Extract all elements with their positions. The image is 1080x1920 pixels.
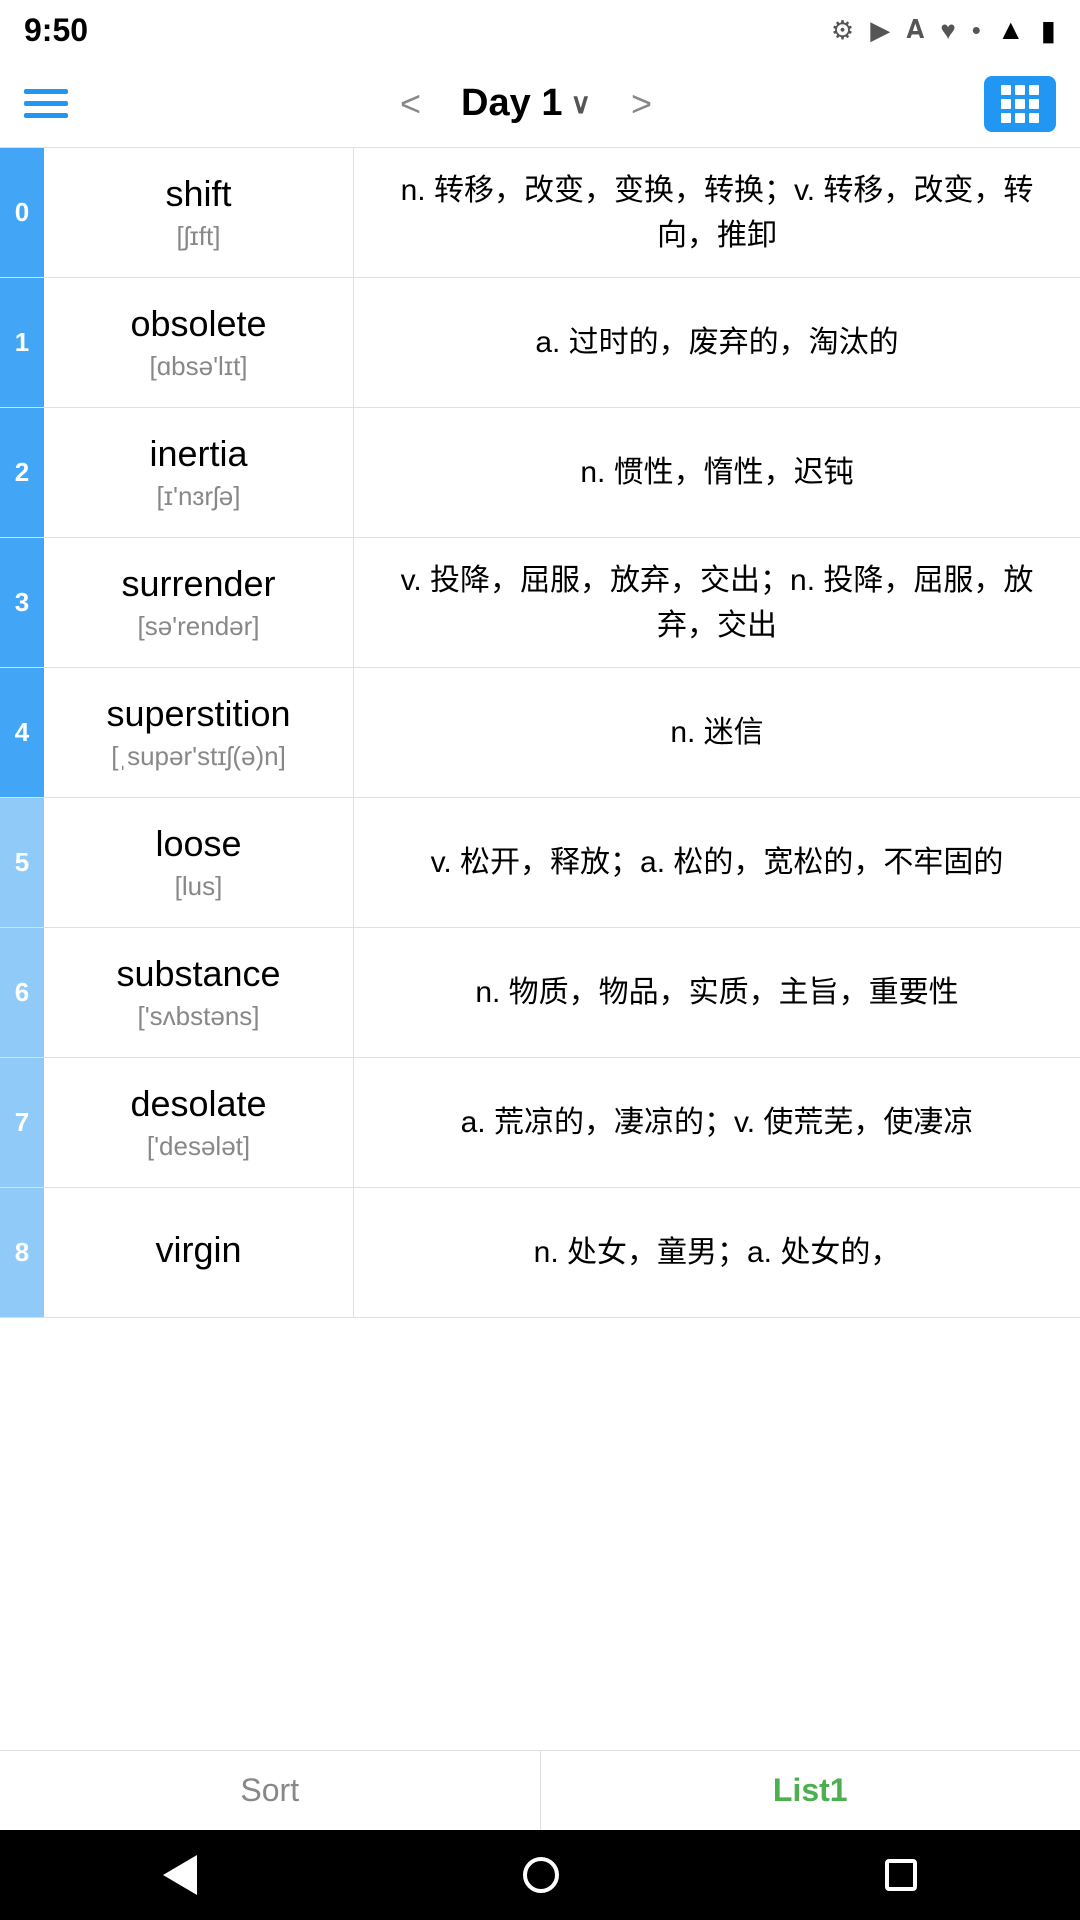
word-row[interactable]: 0 shift [ʃɪft] n. 转移，改变，变换，转换；v. 转移，改变，转向，推… (0, 148, 1080, 278)
row-index: 3 (0, 538, 44, 667)
word-col: superstition [ˌsupər'stɪʃ(ə)n] (44, 668, 354, 797)
word-text: substance (116, 953, 280, 995)
toolbar: < Day 1 ∨ > (0, 60, 1080, 148)
menu-line-3 (24, 113, 68, 118)
word-col: shift [ʃɪft] (44, 148, 354, 277)
definition-col: v. 松开，释放；a. 松的，宽松的，不牢固的 (354, 798, 1080, 927)
word-text: desolate (130, 1083, 266, 1125)
toolbar-title[interactable]: Day 1 ∨ (461, 82, 591, 125)
definition-col: n. 转移，改变，变换，转换；v. 转移，改变，转向，推卸 (354, 148, 1080, 277)
word-phonetic: [ɪ'nɜrʃə] (157, 481, 241, 512)
android-nav-bar (0, 1830, 1080, 1920)
word-phonetic: [sə'rendər] (137, 611, 259, 642)
chevron-down-icon: ∨ (570, 87, 591, 120)
recent-button[interactable] (885, 1859, 917, 1891)
definition-text: v. 松开，释放；a. 松的，宽松的，不牢固的 (431, 840, 1004, 885)
day-title: Day 1 (461, 82, 562, 125)
definition-text: a. 荒凉的，凄凉的；v. 使荒芜，使凄凉 (461, 1100, 974, 1145)
row-index: 1 (0, 278, 44, 407)
signal-icon: ▲ (997, 14, 1025, 46)
word-text: obsolete (130, 303, 266, 345)
status-bar: 9:50 ⚙ ▶ 𝐀 ♥ • ▲ ▮ (0, 0, 1080, 60)
word-col: loose [lus] (44, 798, 354, 927)
definition-col: n. 迷信 (354, 668, 1080, 797)
definition-text: n. 迷信 (670, 710, 763, 755)
sort-tab[interactable]: Sort (0, 1751, 540, 1830)
status-icons: ⚙ ▶ 𝐀 ♥ • ▲ ▮ (831, 14, 1056, 47)
word-list: 0 shift [ʃɪft] n. 转移，改变，变换，转换；v. 转移，改变，转向，推… (0, 148, 1080, 1750)
word-col: inertia [ɪ'nɜrʃə] (44, 408, 354, 537)
word-text: surrender (121, 563, 275, 605)
word-phonetic: [ɑbsə'lɪt] (149, 351, 247, 382)
word-text: shift (165, 173, 231, 215)
definition-col: a. 荒凉的，凄凉的；v. 使荒芜，使凄凉 (354, 1058, 1080, 1187)
word-phonetic: ['sʌbstəns] (137, 1001, 259, 1032)
dot-icon: • (972, 15, 981, 46)
word-col: obsolete [ɑbsə'lɪt] (44, 278, 354, 407)
definition-col: n. 处女，童男；a. 处女的， (354, 1188, 1080, 1317)
home-button[interactable] (523, 1857, 559, 1893)
definition-text: a. 过时的，废弃的，淘汰的 (535, 320, 898, 365)
wifi-icon: ♥ (940, 15, 955, 46)
word-text: virgin (155, 1229, 241, 1271)
word-phonetic: [lus] (175, 871, 223, 902)
definition-col: a. 过时的，废弃的，淘汰的 (354, 278, 1080, 407)
word-row[interactable]: 7 desolate ['desələt] a. 荒凉的，凄凉的；v. 使荒芜，使凄凉 (0, 1058, 1080, 1188)
word-col: surrender [sə'rendər] (44, 538, 354, 667)
recent-icon (885, 1859, 917, 1891)
definition-text: n. 转移，改变，变换，转换；v. 转移，改变，转向，推卸 (378, 168, 1056, 258)
back-button[interactable] (163, 1855, 197, 1895)
word-row[interactable]: 2 inertia [ɪ'nɜrʃə] n. 惯性，惰性，迟钝 (0, 408, 1080, 538)
row-index: 8 (0, 1188, 44, 1317)
row-index: 7 (0, 1058, 44, 1187)
word-row[interactable]: 6 substance ['sʌbstəns] n. 物质，物品，实质，主旨，重要性 (0, 928, 1080, 1058)
row-index: 0 (0, 148, 44, 277)
word-row[interactable]: 3 surrender [sə'rendər] v. 投降，屈服，放弃，交出；n. 投… (0, 538, 1080, 668)
row-index: 4 (0, 668, 44, 797)
word-col: virgin (44, 1188, 354, 1317)
word-phonetic: [ˌsupər'stɪʃ(ə)n] (111, 741, 286, 772)
next-button[interactable]: > (631, 83, 652, 125)
word-text: superstition (106, 693, 290, 735)
definition-col: v. 投降，屈服，放弃，交出；n. 投降，屈服，放弃，交出 (354, 538, 1080, 667)
row-index: 5 (0, 798, 44, 927)
row-index: 2 (0, 408, 44, 537)
play-icon: ▶ (870, 15, 890, 46)
list1-tab-label: List1 (773, 1772, 848, 1809)
word-phonetic: ['desələt] (147, 1131, 250, 1162)
toolbar-nav: < Day 1 ∨ > (400, 82, 652, 125)
battery-icon: ▮ (1041, 14, 1056, 47)
word-text: loose (155, 823, 241, 865)
word-row[interactable]: 1 obsolete [ɑbsə'lɪt] a. 过时的，废弃的，淘汰的 (0, 278, 1080, 408)
word-text: inertia (149, 433, 247, 475)
status-time: 9:50 (24, 12, 88, 49)
row-index: 6 (0, 928, 44, 1057)
definition-text: n. 处女，童男；a. 处女的， (534, 1230, 901, 1275)
definition-col: n. 物质，物品，实质，主旨，重要性 (354, 928, 1080, 1057)
home-icon (523, 1857, 559, 1893)
menu-line-2 (24, 101, 68, 106)
menu-button[interactable] (24, 89, 68, 118)
word-phonetic: [ʃɪft] (177, 221, 221, 252)
bottom-tab-bar: Sort List1 (0, 1750, 1080, 1830)
definition-text: n. 惯性，惰性，迟钝 (580, 450, 853, 495)
grid-view-button[interactable] (984, 76, 1056, 132)
word-row[interactable]: 5 loose [lus] v. 松开，释放；a. 松的，宽松的，不牢固的 (0, 798, 1080, 928)
definition-text: v. 投降，屈服，放弃，交出；n. 投降，屈服，放弃，交出 (378, 558, 1056, 648)
definition-text: n. 物质，物品，实质，主旨，重要性 (475, 970, 958, 1015)
list1-tab[interactable]: List1 (540, 1751, 1080, 1830)
definition-col: n. 惯性，惰性，迟钝 (354, 408, 1080, 537)
sort-tab-label: Sort (240, 1772, 299, 1809)
text-icon: 𝐀 (906, 14, 924, 46)
menu-line-1 (24, 89, 68, 94)
word-col: desolate ['desələt] (44, 1058, 354, 1187)
word-row[interactable]: 8 virgin n. 处女，童男；a. 处女的， (0, 1188, 1080, 1318)
grid-icon (1001, 85, 1039, 123)
back-icon (163, 1855, 197, 1895)
gear-icon: ⚙ (831, 15, 854, 46)
prev-button[interactable]: < (400, 83, 421, 125)
word-row[interactable]: 4 superstition [ˌsupər'stɪʃ(ə)n] n. 迷信 (0, 668, 1080, 798)
word-col: substance ['sʌbstəns] (44, 928, 354, 1057)
